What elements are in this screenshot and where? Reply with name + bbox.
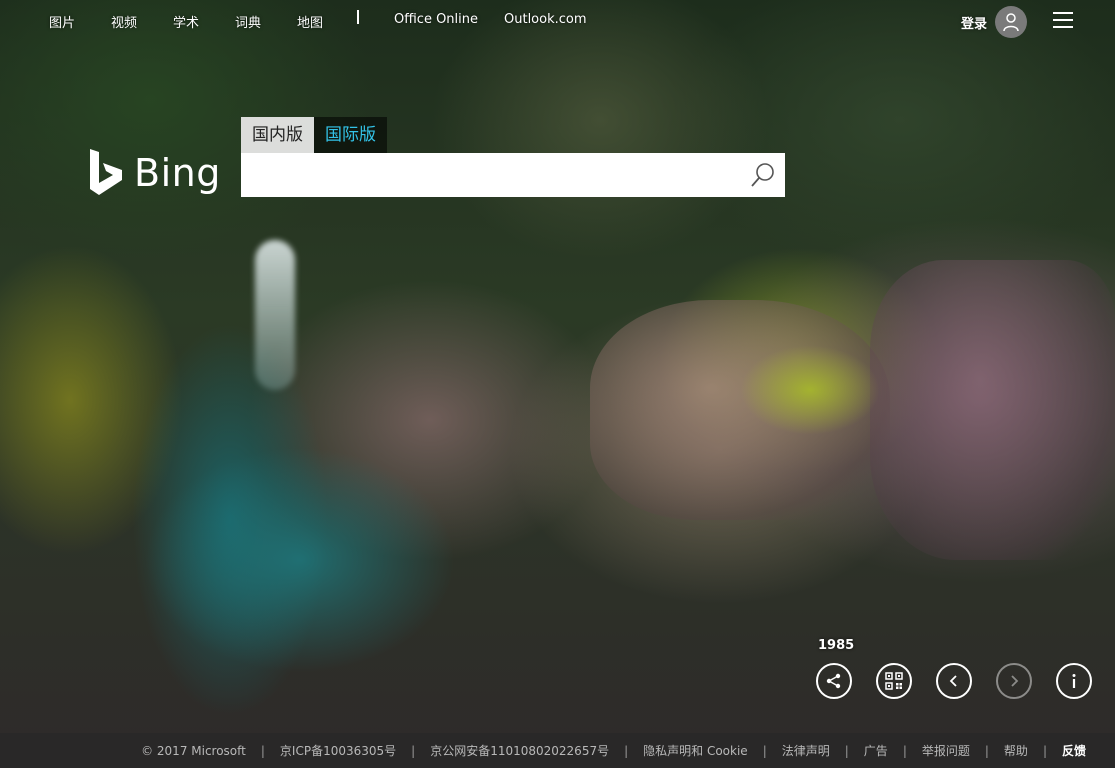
moss-shape — [740, 345, 880, 435]
footer-separator: | — [624, 743, 629, 758]
avatar-icon — [1003, 13, 1019, 32]
footer-separator: | — [1042, 743, 1047, 758]
nav-academic[interactable]: 学术 — [173, 12, 199, 31]
nav-divider — [357, 10, 359, 24]
footer-separator: | — [844, 743, 849, 758]
nav-dictionary[interactable]: 词典 — [235, 12, 261, 31]
prev-image-button[interactable] — [936, 663, 972, 699]
next-icon — [1011, 675, 1019, 687]
bing-logo-icon — [90, 149, 122, 195]
logo-text: Bing — [134, 151, 221, 195]
footer-feedback-link[interactable]: 反馈 — [1062, 742, 1086, 759]
nav-videos[interactable]: 视频 — [111, 12, 137, 31]
footer-separator: | — [260, 743, 265, 758]
info-button[interactable] — [1056, 663, 1092, 699]
market-tabs: 国内版 国际版 — [241, 117, 387, 153]
nav-office-online[interactable]: Office Online — [394, 12, 478, 27]
waterfall-shape — [255, 240, 295, 390]
share-icon — [826, 673, 841, 689]
prev-icon — [949, 675, 957, 687]
footer-copyright: © 2017 Microsoft — [141, 743, 246, 758]
tab-domestic[interactable]: 国内版 — [241, 117, 314, 153]
nav-images[interactable]: 图片 — [49, 12, 75, 31]
footer-help-link[interactable]: 帮助 — [1004, 742, 1028, 759]
footer-separator: | — [411, 743, 416, 758]
tab-international[interactable]: 国际版 — [314, 117, 387, 153]
rock-shape — [870, 260, 1115, 560]
nav-maps[interactable]: 地图 — [297, 12, 323, 31]
login-link[interactable]: 登录 — [961, 13, 987, 32]
footer-police-link[interactable]: 京公网安备11010802022657号 — [430, 742, 609, 759]
background-image — [0, 0, 1115, 768]
footer-report-link[interactable]: 举报问题 — [922, 742, 970, 759]
footer-separator: | — [984, 743, 989, 758]
footer-legal-link[interactable]: 法律声明 — [782, 742, 830, 759]
footer-privacy-link[interactable]: 隐私声明和 Cookie — [643, 742, 748, 759]
info-icon — [1072, 674, 1076, 688]
menu-icon[interactable] — [1053, 12, 1073, 28]
next-image-button[interactable] — [996, 663, 1032, 699]
footer-separator: | — [902, 743, 907, 758]
qr-code-icon — [885, 672, 903, 690]
search-box — [241, 153, 785, 197]
bing-logo[interactable]: Bing — [88, 148, 221, 198]
nav-outlook[interactable]: Outlook.com — [504, 12, 587, 27]
footer: © 2017 Microsoft | 京ICP备10036305号 | 京公网安… — [0, 733, 1115, 768]
avatar[interactable] — [995, 6, 1027, 38]
search-icon — [751, 163, 774, 187]
search-button[interactable] — [749, 161, 777, 189]
image-year: 1985 — [818, 638, 855, 653]
footer-icp-link[interactable]: 京ICP备10036305号 — [280, 742, 396, 759]
footer-separator: | — [762, 743, 767, 758]
share-button[interactable] — [816, 663, 852, 699]
qr-code-button[interactable] — [876, 663, 912, 699]
search-input[interactable] — [241, 153, 741, 197]
footer-ads-link[interactable]: 广告 — [864, 742, 888, 759]
top-nav: 图片 视频 学术 词典 地图 Office Online Outlook.com… — [0, 0, 1115, 40]
